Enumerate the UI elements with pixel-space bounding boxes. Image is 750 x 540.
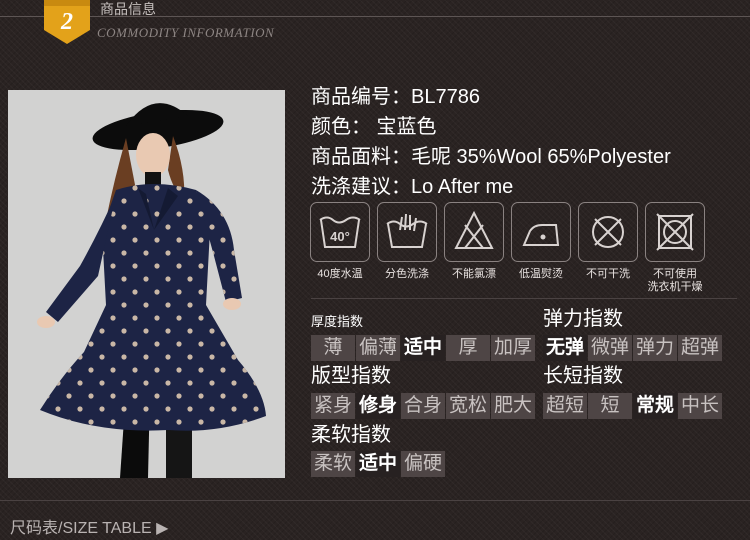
footer-divider	[0, 500, 750, 501]
option-short: 短	[588, 393, 632, 419]
product-color: 颜色： 宝蓝色	[311, 116, 437, 138]
care-item-no-bleach: 不能氯漂	[441, 202, 507, 281]
option-regular-length-selected: 常规	[633, 393, 677, 419]
size-table-link[interactable]: 尺码表/SIZE TABLE ▶	[10, 514, 168, 538]
care-label: 不可使用	[653, 268, 697, 280]
care-label: 不可干洗	[586, 268, 630, 280]
elasticity-title: 弹力指数	[543, 308, 623, 330]
care-label-line2: 洗衣机干燥	[647, 281, 703, 293]
option-soft: 柔软	[311, 451, 355, 477]
product-info: 商品编号：BL7786 颜色： 宝蓝色 商品面料：毛呢 35%Wool 65%P…	[311, 82, 671, 202]
low-iron-icon	[511, 202, 571, 262]
option-thin: 薄	[311, 335, 355, 361]
care-item-no-dry-clean: 不可干洗	[575, 202, 641, 281]
product-code: 商品编号：BL7786	[311, 86, 480, 108]
care-item-wash-40: 40° 40度水温	[307, 202, 373, 281]
no-bleach-icon	[444, 202, 504, 262]
product-fabric: 商品面料：毛呢 35%Wool 65%Polyester	[311, 146, 671, 168]
option-mid-long: 中长	[678, 393, 722, 419]
section-title-en: COMMODITY INFORMATION	[97, 25, 275, 40]
wash-temperature: 40°	[330, 229, 350, 244]
section-divider	[311, 298, 737, 299]
option-loose: 宽松	[446, 393, 490, 419]
option-super-stretch: 超弹	[678, 335, 722, 361]
softness-title: 柔软指数	[311, 424, 391, 446]
care-label: 40度水温	[317, 268, 363, 280]
option-medium-selected: 适中	[401, 335, 445, 361]
care-item-no-tumble-dry: 不可使用 洗衣机干燥	[642, 202, 708, 294]
hand-wash-icon	[377, 202, 437, 262]
option-extra-short: 超短	[543, 393, 587, 419]
option-no-stretch-selected: 无弹	[543, 335, 587, 361]
care-label: 分色洗涤	[385, 268, 429, 280]
option-medium-soft-selected: 适中	[356, 451, 400, 477]
care-item-hand-wash: 分色洗涤	[374, 202, 440, 281]
length-title: 长短指数	[543, 365, 623, 387]
thickness-title: 厚度指数	[311, 314, 364, 329]
option-tight: 紧身	[311, 393, 355, 419]
fit-title: 版型指数	[311, 365, 391, 387]
option-regular-fit: 合身	[401, 393, 445, 419]
option-firm: 偏硬	[401, 451, 445, 477]
care-label: 不能氯漂	[452, 268, 496, 280]
option-thick: 厚	[446, 335, 490, 361]
option-extra-thick: 加厚	[491, 335, 535, 361]
section-number-badge: 2	[44, 0, 90, 46]
care-item-low-iron: 低温熨烫	[508, 202, 574, 281]
product-photo	[8, 90, 285, 478]
section-number: 2	[60, 9, 73, 35]
care-instructions: 40° 40度水温 分色洗涤 不能氯漂 低温熨烫 不可干洗 不可使用 洗衣机干燥	[307, 202, 727, 297]
option-stretch: 弹力	[633, 335, 677, 361]
care-label: 低温熨烫	[519, 268, 563, 280]
no-dry-clean-icon	[578, 202, 638, 262]
no-tumble-dry-icon	[645, 202, 705, 262]
option-slightly-thin: 偏薄	[356, 335, 400, 361]
option-slight-stretch: 微弹	[588, 335, 632, 361]
option-slim-selected: 修身	[356, 393, 400, 419]
wash-advice: 洗涤建议：Lo After me	[311, 176, 514, 198]
option-oversized: 肥大	[491, 393, 535, 419]
section-title-cn: 商品信息	[100, 1, 156, 17]
wash-40-icon: 40°	[310, 202, 370, 262]
